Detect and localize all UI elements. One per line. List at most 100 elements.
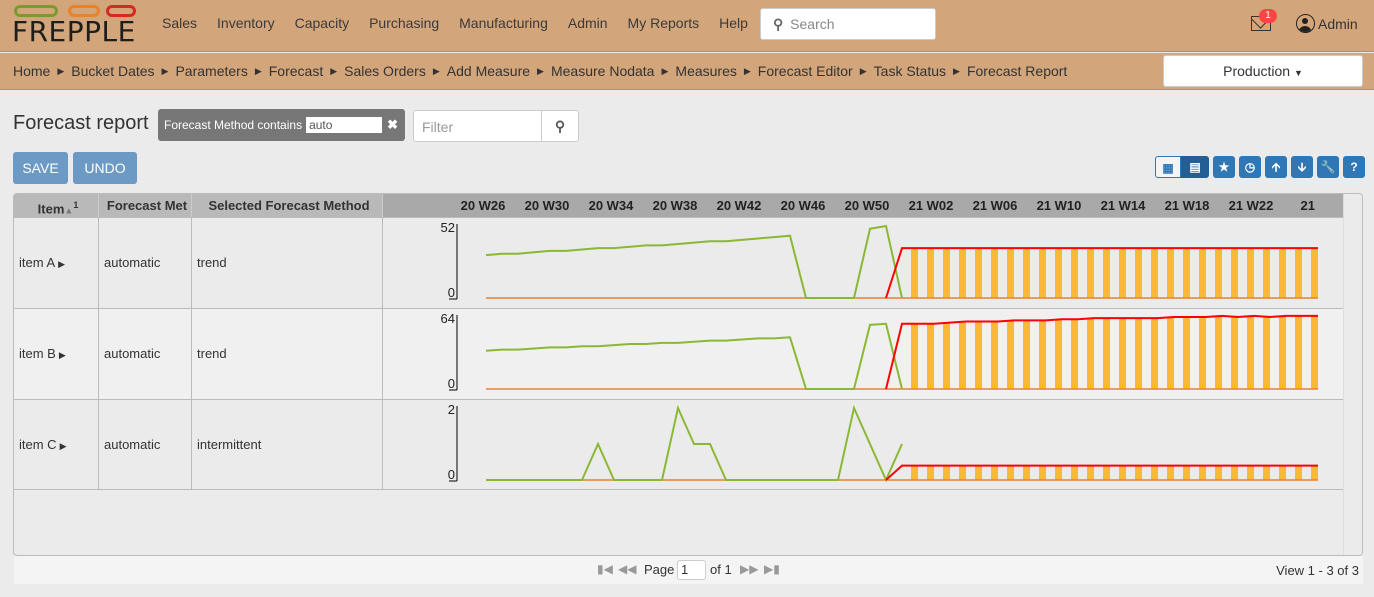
table-row[interactable]: item B ▶ automatic trend 64 0 (14, 308, 1344, 399)
breadcrumb-task-status[interactable]: Task Status (874, 62, 946, 80)
forecast-bar (1215, 248, 1222, 298)
breadcrumb-sales-orders[interactable]: Sales Orders (344, 62, 426, 80)
forecast-bar (1007, 248, 1014, 298)
forecast-bar (1247, 465, 1254, 480)
breadcrumb-home[interactable]: Home (13, 62, 50, 80)
import-button[interactable]: 🡫 (1291, 156, 1313, 178)
breadcrumb-measure-nodata[interactable]: Measure Nodata (551, 62, 655, 80)
forecast-bar (927, 323, 934, 389)
scenario-dropdown[interactable]: Production ▼ (1163, 55, 1363, 87)
breadcrumb-add-measure[interactable]: Add Measure (447, 62, 530, 80)
next-page-icon[interactable]: ▶▶ (740, 562, 758, 576)
forecast-bar (943, 322, 950, 389)
week-label: 21 W22 (1228, 198, 1274, 213)
forecast-bar (1103, 248, 1110, 298)
last-page-icon[interactable]: ▶▮ (764, 562, 780, 576)
top-navbar: FREPPLE Sales Inventory Capacity Purchas… (0, 0, 1374, 52)
cell-forecast-method: automatic (99, 400, 192, 490)
forecast-bar (1135, 318, 1142, 389)
page-title: Forecast report (13, 112, 149, 134)
menu-purchasing[interactable]: Purchasing (359, 14, 449, 32)
user-menu[interactable]: Admin (1296, 14, 1358, 33)
y-min-label: 0 (448, 467, 455, 482)
forecast-bar (1023, 320, 1030, 389)
search-input[interactable]: ⚲ Search (760, 8, 936, 40)
breadcrumb-forecast-report[interactable]: Forecast Report (967, 62, 1067, 80)
menu-manufacturing[interactable]: Manufacturing (449, 14, 558, 32)
cell-item[interactable]: item B ▶ (14, 309, 99, 399)
help-button[interactable]: ? (1343, 156, 1365, 178)
menu-admin[interactable]: Admin (558, 14, 618, 32)
caret-right-icon[interactable]: ▶ (59, 350, 66, 360)
forecast-bar (1151, 318, 1158, 389)
cell-item[interactable]: item C ▶ (14, 400, 99, 490)
menu-help[interactable]: Help (709, 14, 758, 32)
save-button[interactable]: SAVE (13, 152, 68, 184)
vertical-scrollbar[interactable] (1343, 194, 1362, 555)
forecast-chart-item-a: 52 0 (441, 220, 1318, 300)
week-labels: 20 W26 20 W30 20 W34 20 W38 20 W42 20 W46 20 W… (14, 197, 1344, 230)
y-max-label: 52 (441, 220, 455, 235)
first-page-icon[interactable]: ▮◀ (597, 562, 613, 576)
forecast-bar (1119, 465, 1126, 480)
chart-icon: ▤ (1189, 160, 1201, 174)
cell-forecast-method: automatic (99, 218, 192, 308)
forecast-bar (1087, 318, 1094, 389)
logo-text: FREPPLE (12, 15, 136, 48)
grid-header: Item▲︎1 Forecast Met Selected Forecast M… (14, 194, 1344, 230)
configure-button[interactable]: 🔧 (1317, 156, 1339, 178)
week-label: 20 W38 (652, 198, 698, 213)
menu-inventory[interactable]: Inventory (207, 14, 285, 32)
filter-chip-value-input[interactable]: auto (306, 117, 383, 133)
page-label: Page (644, 562, 675, 577)
close-icon[interactable]: ✖ (387, 117, 398, 133)
table-view-button[interactable]: ▦ (1155, 156, 1181, 178)
forecast-bar (959, 465, 966, 480)
caret-down-icon: ▼ (1293, 68, 1303, 78)
menu-my-reports[interactable]: My Reports (618, 14, 710, 32)
menu-capacity[interactable]: Capacity (285, 14, 359, 32)
caret-right-icon: ▶ (743, 66, 751, 76)
page-number-input[interactable]: 1 (677, 560, 706, 580)
y-max-label: 2 (448, 402, 455, 417)
filter-input[interactable]: Filter ⚲ (413, 110, 579, 142)
breadcrumb-bucket-dates[interactable]: Bucket Dates (71, 62, 154, 80)
breadcrumb-forecast[interactable]: Forecast (269, 62, 323, 80)
prev-page-icon[interactable]: ◀◀ (618, 562, 636, 576)
menu-sales[interactable]: Sales (152, 14, 207, 32)
filter-chip[interactable]: Forecast Method contains auto ✖ (158, 109, 405, 141)
forecast-bar (943, 465, 950, 480)
cell-item[interactable]: item A ▶ (14, 218, 99, 308)
breadcrumb-forecast-editor[interactable]: Forecast Editor (758, 62, 853, 80)
forecast-bar (1183, 248, 1190, 298)
filter-chip-label: Forecast Method contains (164, 118, 303, 132)
y-max-label: 64 (441, 311, 455, 326)
forecast-bar (1311, 248, 1318, 298)
forecast-bar (1167, 465, 1174, 480)
chart-view-button[interactable]: ▤ (1181, 156, 1209, 178)
undo-button[interactable]: UNDO (73, 152, 137, 184)
week-label: 20 W42 (716, 198, 762, 213)
breadcrumb-measures[interactable]: Measures (675, 62, 736, 80)
forecast-bar (1087, 465, 1094, 480)
cell-selected-method: trend (192, 218, 383, 308)
frepple-logo[interactable]: FREPPLE (12, 5, 137, 47)
table-icon: ▦ (1162, 161, 1174, 175)
caret-right-icon[interactable]: ▶ (60, 441, 67, 451)
table-row[interactable]: item A ▶ automatic trend 52 0 (14, 217, 1344, 308)
week-label: 20 W46 (780, 198, 826, 213)
forecast-bar (911, 323, 918, 389)
y-min-label: 0 (448, 285, 455, 300)
caret-right-icon: ▶ (161, 66, 169, 76)
y-min-label: 0 (448, 376, 455, 391)
forecast-bar (959, 248, 966, 298)
favorite-button[interactable]: ★ (1213, 156, 1235, 178)
history-line (485, 224, 903, 299)
forecast-bar (1247, 248, 1254, 298)
time-buckets-button[interactable]: ◷ (1239, 156, 1261, 178)
caret-right-icon[interactable]: ▶ (58, 259, 65, 269)
export-button[interactable]: 🡩 (1265, 156, 1287, 178)
filter-search-button[interactable]: ⚲ (541, 111, 578, 141)
table-row[interactable]: item C ▶ automatic intermittent 20 (14, 399, 1344, 490)
breadcrumb-parameters[interactable]: Parameters (175, 62, 247, 80)
